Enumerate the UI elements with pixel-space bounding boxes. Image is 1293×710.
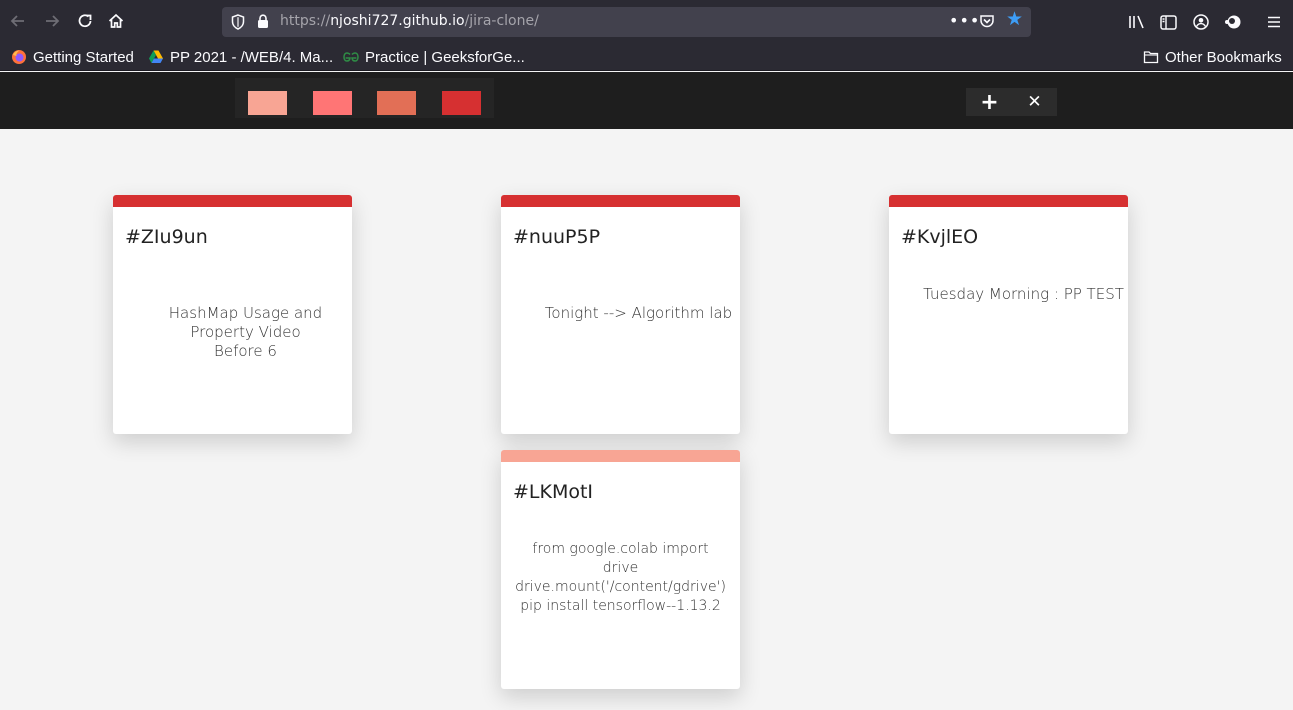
ticket-task-line: HashMap Usage and	[168, 304, 323, 322]
bookmark-pp-2021[interactable]: PP 2021 - /WEB/4. Ma...	[148, 47, 333, 67]
ticket-task[interactable]: Tonight --> Algorithm lab	[541, 304, 736, 323]
ticket-task-line: Property Video	[190, 323, 301, 341]
ticket-id: #KvjlEO	[901, 226, 979, 248]
reload-icon[interactable]	[73, 9, 97, 33]
browser-nav-bar: https://njoshi727.github.io/jira-clone/ …	[0, 0, 1293, 42]
arrow-left-icon[interactable]	[6, 9, 30, 33]
ticket-id: #nuuP5P	[513, 226, 601, 248]
account-icon[interactable]	[1191, 12, 1211, 32]
bookmarks-bar: Getting Started PP 2021 - /WEB/4. Ma... …	[0, 42, 1293, 71]
bookmark-label: PP 2021 - /WEB/4. Ma...	[170, 48, 334, 66]
bookmark-getting-started[interactable]: Getting Started	[11, 47, 134, 67]
ticket-card[interactable]: #LKMotI from google.colab import drive d…	[501, 450, 740, 689]
library-icon[interactable]	[1127, 12, 1147, 32]
bookmark-label: Practice | GeeksforGe...	[365, 48, 525, 66]
ticket-task-line: Tonight --> Algorithm lab	[544, 304, 733, 322]
home-icon[interactable]	[104, 9, 128, 33]
star-icon[interactable]: ★	[1006, 10, 1023, 29]
color-filter-container	[235, 78, 494, 118]
add-ticket-button[interactable]: +	[967, 88, 1012, 116]
ticket-id: #ZIu9un	[125, 226, 208, 248]
ticket-color-band[interactable]	[501, 450, 740, 462]
ticket-task-line: Before 6	[214, 342, 277, 360]
other-bookmarks-label: Other Bookmarks	[1165, 48, 1282, 66]
bookmark-label: Getting Started	[33, 48, 134, 66]
other-bookmarks-folder[interactable]: Other Bookmarks	[1143, 47, 1282, 67]
sidebar-icon[interactable]	[1158, 12, 1178, 32]
ticket-actions: + ✕	[966, 88, 1057, 116]
bookmark-practice-geeksforgeeks[interactable]: Practice | GeeksforGe...	[343, 47, 525, 67]
shield-icon[interactable]	[231, 14, 245, 34]
ticket-color-band[interactable]	[501, 195, 740, 207]
color-filter-pink[interactable]	[248, 91, 287, 115]
google-drive-icon	[148, 49, 164, 65]
ticket-card[interactable]: #ZIu9un HashMap Usage and Property Video…	[113, 195, 352, 434]
url-bar[interactable]: https://njoshi727.github.io/jira-clone/ …	[222, 7, 1031, 37]
ticket-card[interactable]: #nuuP5P Tonight --> Algorithm lab	[501, 195, 740, 434]
ticket-card[interactable]: #KvjlEO Tuesday Morning : PP TEST	[889, 195, 1128, 434]
close-icon: ✕	[1027, 92, 1042, 112]
remove-ticket-button[interactable]: ✕	[1012, 88, 1057, 116]
ticket-task[interactable]: HashMap Usage and Property Video Before …	[159, 304, 332, 361]
meatball-menu-icon[interactable]: •••	[949, 11, 980, 30]
extension-icon[interactable]	[1223, 12, 1243, 32]
ticket-task-line: from google.colab import	[532, 541, 709, 557]
ticket-color-band[interactable]	[889, 195, 1128, 207]
ticket-id: #LKMotI	[513, 481, 594, 503]
app-toolbar: + ✕	[0, 72, 1293, 129]
ticket-task-line: drive	[602, 560, 639, 576]
ticket-task-line: drive.mount('/content/gdrive')	[515, 579, 726, 595]
ticket-task[interactable]: from google.colab import drive drive.mou…	[509, 540, 732, 616]
folder-icon	[1143, 49, 1159, 65]
pocket-icon[interactable]	[979, 13, 995, 33]
lock-icon[interactable]	[257, 14, 269, 33]
url-text[interactable]: https://njoshi727.github.io/jira-clone/	[280, 13, 539, 29]
ticket-task-line: Tuesday Morning : PP TEST	[923, 285, 1124, 303]
ticket-task-line: pip install tensorflow--1.13.2	[520, 598, 721, 614]
firefox-icon	[11, 49, 27, 65]
geeksforgeeks-icon	[343, 49, 359, 65]
color-filter-red[interactable]	[442, 91, 481, 115]
arrow-right-icon[interactable]	[40, 9, 64, 33]
ticket-task[interactable]: Tuesday Morning : PP TEST	[919, 285, 1128, 304]
color-filter-coral[interactable]	[377, 91, 416, 115]
plus-icon: +	[980, 89, 999, 115]
ticket-color-band[interactable]	[113, 195, 352, 207]
hamburger-menu-icon[interactable]	[1264, 12, 1284, 32]
color-filter-salmon[interactable]	[313, 91, 352, 115]
